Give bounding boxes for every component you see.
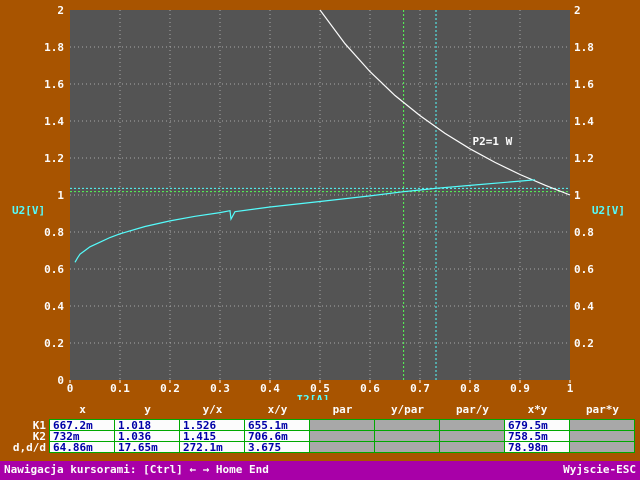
column-header-yx: y/x [202, 403, 223, 416]
table-cell [440, 420, 505, 431]
y-tick-label-right: 1.8 [574, 41, 594, 54]
y-tick-label-left: 1 [57, 189, 64, 202]
row-label-ddd: d,d/d [12, 441, 46, 454]
x-axis-label: I2[A] [296, 393, 329, 400]
y-tick-label-left: 0.2 [44, 337, 64, 350]
table-border [49, 419, 50, 453]
y-tick-label-right: 1.4 [574, 115, 594, 128]
table-cell: 78.98m [505, 442, 570, 453]
column-header-xxy: x*y [527, 403, 548, 416]
y-tick-label-right: 1 [574, 189, 581, 202]
column-header-parxy: par*y [585, 403, 620, 416]
table-cell [440, 431, 505, 442]
y-tick-label-right: 2 [574, 4, 581, 17]
y-tick-label-left: 0 [57, 374, 64, 387]
x-tick-label: 0.7 [410, 382, 430, 395]
column-header-pary: par/y [455, 403, 490, 416]
table-cell [570, 431, 635, 442]
column-header-par: par [332, 403, 353, 416]
x-tick-label: 0.1 [110, 382, 130, 395]
table-cell: 3.675 [245, 442, 310, 453]
table-cell: 64.86m [50, 442, 115, 453]
table-cell [375, 420, 440, 431]
y-tick-label-left: 1.6 [44, 78, 64, 91]
x-tick-label: 0 [67, 382, 74, 395]
y-tick-label-right: 0.6 [574, 263, 594, 276]
y-tick-label-left: 0.8 [44, 226, 64, 239]
x-tick-label: 0.2 [160, 382, 180, 395]
y-tick-label-right: 1.2 [574, 152, 594, 165]
table-cell [310, 420, 375, 431]
x-tick-label: 0.9 [510, 382, 530, 395]
y-tick-label-left: 2 [57, 4, 64, 17]
cursor-table: x y y/x x/y par y/par par/y x*y par*y K1 667.2m 1.0… [0, 402, 640, 458]
status-bar: Nawigacja kursorami: [Ctrl] ← → Home End… [0, 461, 640, 480]
table-cell: 17.65m [115, 442, 180, 453]
y-tick-label-right: 1.6 [574, 78, 594, 91]
y-tick-label-right: 0.8 [574, 226, 594, 239]
table-cell [570, 420, 635, 431]
y-axis-label-right: U2[V] [592, 204, 625, 217]
column-header-xy: x/y [267, 403, 288, 416]
plot: 0 0.1 0.2 0.3 0.4 0.5 0.6 0.7 0.8 0.9 100.20.40.60… [12, 4, 625, 400]
y-tick-label-left: 0.4 [44, 300, 64, 313]
y-tick-label-left: 1.4 [44, 115, 64, 128]
p2-annotation: P2=1 W [473, 135, 513, 148]
y-tick-label-left: 0.6 [44, 263, 64, 276]
table-border [50, 419, 635, 420]
x-tick-label: 0.6 [360, 382, 380, 395]
y-tick-label-left: 1.2 [44, 152, 64, 165]
table-cell [570, 442, 635, 453]
x-tick-label: 0.4 [260, 382, 280, 395]
table-cell [440, 442, 505, 453]
table-cell: 272.1m [180, 442, 245, 453]
column-header-ypar: y/par [390, 403, 425, 416]
x-tick-label: 0.8 [460, 382, 480, 395]
table-cell [310, 442, 375, 453]
navigation-hint: Nawigacja kursorami: [Ctrl] ← → Home End [4, 463, 269, 476]
y-tick-label-left: 1.8 [44, 41, 64, 54]
exit-hint[interactable]: Wyjscie-ESC [563, 462, 636, 478]
table-cell [310, 431, 375, 442]
x-tick-label: 0.3 [210, 382, 230, 395]
x-tick-label: 1 [567, 382, 574, 395]
y-tick-label-right: 0.2 [574, 337, 594, 350]
column-header-x: x [79, 403, 86, 416]
column-header-y: y [144, 403, 151, 416]
y-axis-label-left: U2[V] [12, 204, 45, 217]
table-cell [375, 442, 440, 453]
y-tick-label-right: 0.4 [574, 300, 594, 313]
table-cell [375, 431, 440, 442]
